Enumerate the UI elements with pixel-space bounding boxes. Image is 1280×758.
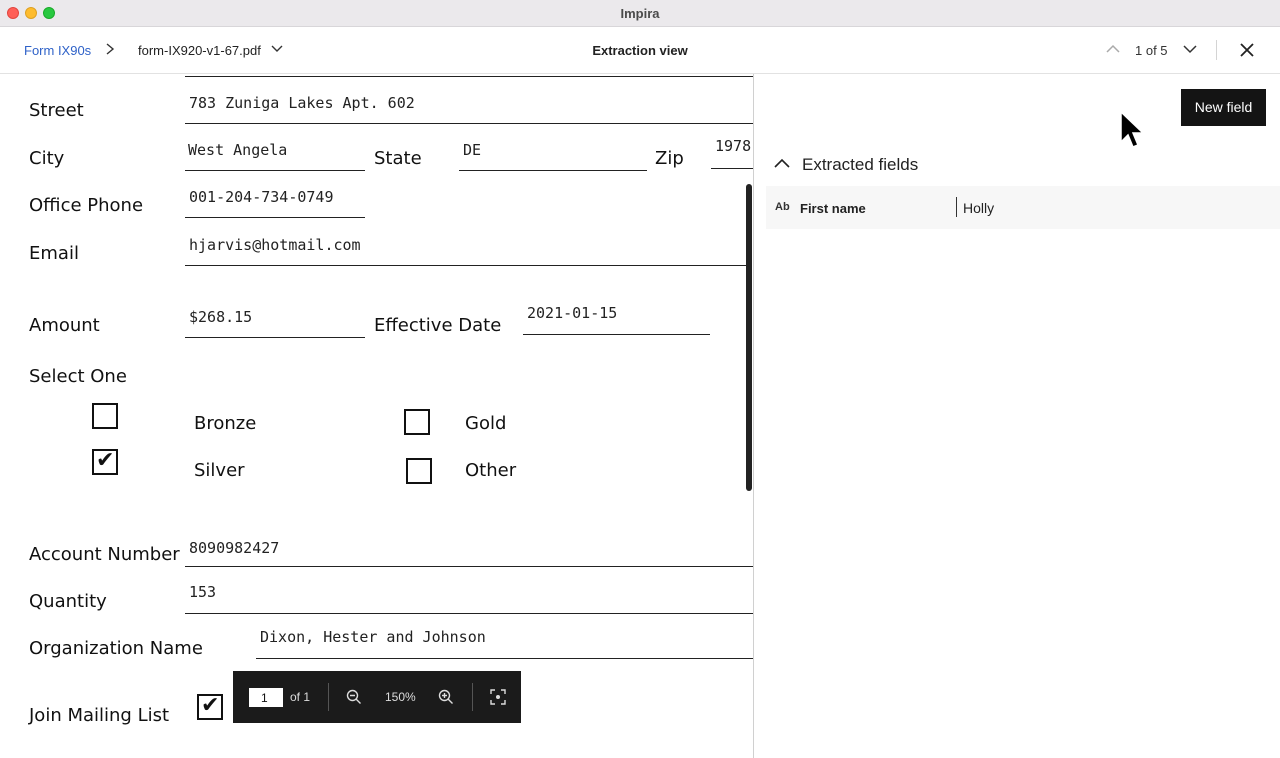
zip-value: 1978	[715, 137, 752, 155]
next-record-icon[interactable]	[1181, 42, 1199, 56]
header-divider	[1216, 40, 1217, 60]
amount-underline	[185, 337, 365, 338]
phone-label: Office Phone	[29, 195, 144, 216]
effective-date-value: 2021-01-15	[527, 304, 618, 322]
other-checkbox[interactable]	[406, 458, 432, 484]
quantity-value: 153	[189, 583, 217, 601]
document-viewer[interactable]: Street 783 Zuniga Lakes Apt. 602 City We…	[0, 74, 754, 758]
phone-underline	[185, 217, 365, 218]
bronze-checkbox[interactable]	[92, 403, 118, 429]
street-value: 783 Zuniga Lakes Apt. 602	[189, 94, 415, 112]
street-underline	[185, 123, 754, 124]
extracted-fields-title: Extracted fields	[802, 155, 919, 174]
account-number-label: Account Number	[29, 544, 180, 565]
page-total: of 1	[290, 690, 311, 704]
effective-date-underline	[523, 334, 710, 335]
city-value: West Angela	[188, 141, 288, 159]
page-number-input[interactable]	[249, 688, 283, 707]
zip-label: Zip	[655, 148, 684, 169]
zip-underline	[711, 168, 754, 169]
city-underline	[185, 170, 365, 171]
field-value[interactable]: Holly	[963, 200, 994, 216]
email-underline	[185, 265, 747, 266]
silver-label: Silver	[194, 460, 245, 481]
app-header: Form IX90s form-IX920-v1-67.pdf Extracti…	[0, 27, 1280, 74]
checkmark-icon: ✔	[201, 693, 220, 718]
toolbar-divider	[328, 683, 329, 711]
fit-to-screen-icon[interactable]	[489, 688, 507, 706]
extracted-field-row[interactable]: Ab First name Holly	[766, 186, 1280, 229]
organization-name-label: Organization Name	[29, 638, 203, 659]
street-label: Street	[29, 100, 84, 121]
silver-checkbox[interactable]: ✔	[92, 448, 118, 475]
city-label: City	[29, 148, 65, 169]
record-counter: 1 of 5	[1135, 43, 1168, 58]
document-scrollbar[interactable]	[746, 184, 752, 491]
form-rule	[185, 76, 754, 77]
field-name: First name	[800, 201, 866, 216]
text-type-icon: Ab	[775, 201, 790, 213]
organization-name-value: Dixon, Hester and Johnson	[260, 628, 486, 646]
previous-record-icon[interactable]	[1104, 42, 1122, 56]
chevron-up-icon[interactable]	[772, 155, 792, 171]
page-toolbar: of 1 150%	[233, 671, 521, 723]
select-one-label: Select One	[29, 366, 127, 387]
state-underline	[459, 170, 647, 171]
checkmark-icon: ✔	[96, 448, 115, 473]
phone-value: 001-204-734-0749	[189, 188, 334, 206]
window-titlebar: Impira	[0, 0, 1280, 27]
other-label: Other	[465, 460, 517, 481]
view-title: Extraction view	[592, 43, 688, 58]
quantity-underline	[185, 613, 754, 614]
mailing-list-checkbox[interactable]: ✔	[197, 693, 223, 720]
field-divider	[956, 197, 957, 217]
mailing-list-label: Join Mailing List	[29, 705, 170, 726]
state-value: DE	[463, 141, 482, 159]
email-value: hjarvis@hotmail.com	[189, 236, 361, 254]
organization-underline	[256, 658, 754, 659]
email-label: Email	[29, 243, 79, 264]
mouse-cursor-icon	[1120, 110, 1145, 148]
close-icon[interactable]	[1237, 40, 1257, 60]
gold-checkbox[interactable]	[404, 409, 430, 435]
zoom-level: 150%	[385, 690, 416, 704]
state-label: State	[374, 148, 422, 169]
effective-date-label: Effective Date	[374, 315, 502, 336]
account-number-value: 8090982427	[189, 539, 280, 557]
pane-divider[interactable]	[753, 74, 754, 758]
zoom-in-icon[interactable]	[437, 688, 455, 706]
gold-label: Gold	[465, 413, 507, 434]
amount-label: Amount	[29, 315, 100, 336]
account-underline	[185, 566, 754, 567]
quantity-label: Quantity	[29, 591, 107, 612]
new-field-button[interactable]: New field	[1181, 89, 1266, 126]
bronze-label: Bronze	[194, 413, 257, 434]
window-title: Impira	[620, 6, 660, 21]
zoom-out-icon[interactable]	[345, 688, 363, 706]
toolbar-divider	[472, 683, 473, 711]
amount-value: $268.15	[189, 308, 253, 326]
